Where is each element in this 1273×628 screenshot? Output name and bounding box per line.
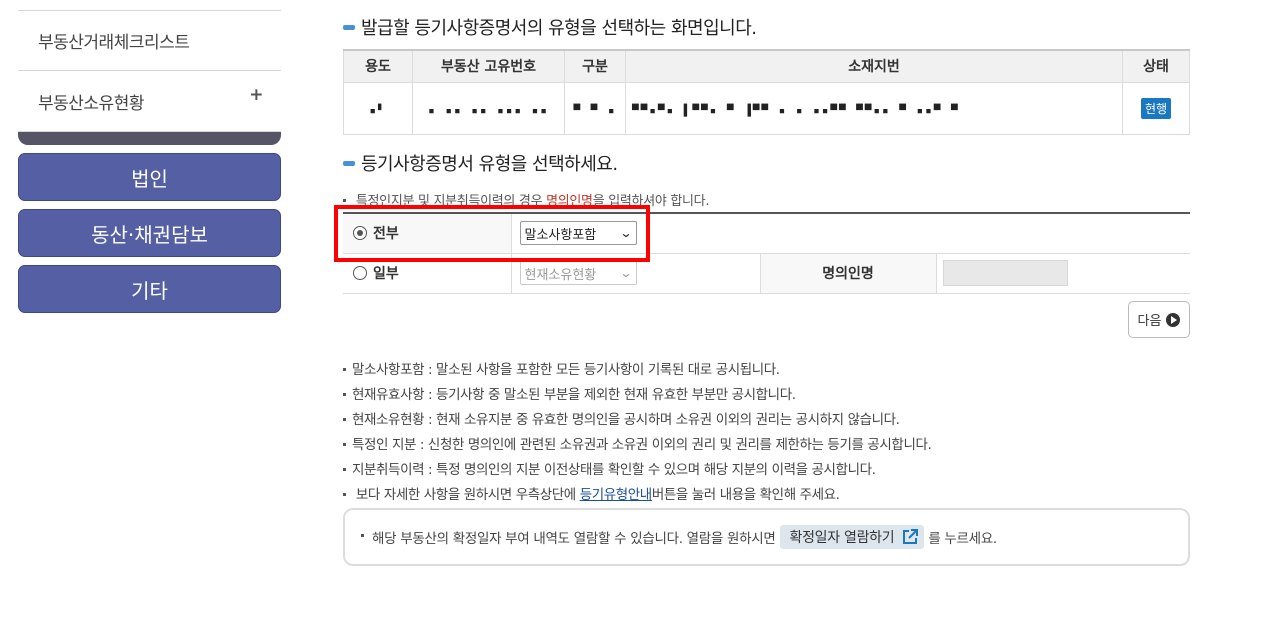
sidebar-item-label: 부동산소유현황 [38,93,144,114]
address-cell: ▀▀▪▀▪ ▌▀▀▪ ▀ ▐▀▀ ▪ ▪ ▪▪▀▀ ▀▀▪▪ ▀ ▪▪▀ ▀ [632,103,960,117]
usage-cell: ▪▘ [369,103,387,117]
sidebar-button-etc[interactable]: 기타 [18,265,281,313]
list-item: 현재소유현황 : 현재 소유지분 중 유효한 명의인을 공시하며 소유권 이외의… [343,410,931,435]
radio-partial[interactable] [353,266,367,280]
property-info-table: 용도 부동산 고유번호 구분 소재지번 상태 ▪▘ ▪ ▪▪ ▪▪ ▪▪▪ ▪▪… [343,49,1190,135]
description-list: 말소사항포함 : 말소된 사항을 포함한 모든 등기사항이 기록된 대로 공시됩… [343,360,932,510]
sidebar-item-checklist[interactable]: 부동산거래체크리스트 [18,10,281,71]
page-title: 발급할 등기사항증명서의 유형을 선택하는 화면입니다. [343,14,757,40]
list-item: 현재유효사항 : 등기사항 중 말소된 부분을 제외한 현재 유효한 부분만 공… [343,385,931,410]
section-title: 등기사항증명서 유형을 선택하세요. [343,150,618,176]
owner-name-input[interactable] [942,260,1068,286]
table-row: ▪▘ ▪ ▪▪ ▪▪ ▪▪▪ ▪▪ ▀ ▀ ▪ ▀▀▪▀▪ ▌▀▀▪ ▀ ▐▀▀… [343,81,1190,135]
sidebar-button-movable-collateral[interactable]: 동산·채권담보 [18,209,281,257]
sidebar-item-ownership[interactable]: 부동산소유현황 + [18,71,281,132]
status-badge: 현행 [1140,97,1172,119]
highlight-box [334,205,650,262]
list-item: 보다 자세한 사항을 원하시면 우측상단에 등기유형안내버튼을 눌러 내용을 확… [343,485,931,510]
list-item: 지분취득이력 : 특정 명의인의 지분 이전상태를 확인할 수 있으며 해당 지… [343,460,931,485]
column-header: 소재지번 [625,49,1123,83]
column-header: 용도 [343,49,413,83]
sidebar: 부동산거래체크리스트 부동산소유현황 + 법인 동산·채권담보 기타 [18,0,281,313]
chevron-down-icon: ⌄ [619,266,634,280]
list-item: 말소사항포함 : 말소된 사항을 포함한 모든 등기사항이 기록된 대로 공시됩… [343,360,931,385]
next-button[interactable]: 다음 [1128,301,1190,338]
column-header: 구분 [564,49,626,83]
title-bullet-icon [343,24,355,30]
select-partial-type[interactable]: 현재소유현황 ⌄ [519,261,637,285]
notice-box: 해당 부동산의 확정일자 부여 내역도 열람할 수 있습니다. 열람을 원하시면… [343,508,1190,566]
type-cell: ▀ ▀ ▪ [573,103,617,117]
list-item: 특정인 지분 : 신청한 명의인에 관련된 소유권과 소유권 이외의 권리 및 … [343,435,932,460]
sidebar-button-corporation[interactable]: 법인 [18,153,281,201]
name-label: 명의인명 [759,253,937,294]
column-header: 상태 [1122,49,1190,83]
play-circle-icon [1166,312,1181,327]
title-bullet-icon [343,160,355,166]
external-link-icon [903,529,919,544]
column-header: 부동산 고유번호 [412,49,565,83]
plus-icon[interactable]: + [249,85,263,105]
unique-number-cell: ▪ ▪▪ ▪▪ ▪▪▪ ▪▪ [428,103,549,117]
sidebar-active-bar [18,131,281,145]
view-fixed-date-button[interactable]: 확정일자 열람하기 [779,525,925,549]
registry-type-guide-link[interactable]: 등기유형안내 [580,487,653,503]
sidebar-item-label: 부동산거래체크리스트 [38,33,190,53]
